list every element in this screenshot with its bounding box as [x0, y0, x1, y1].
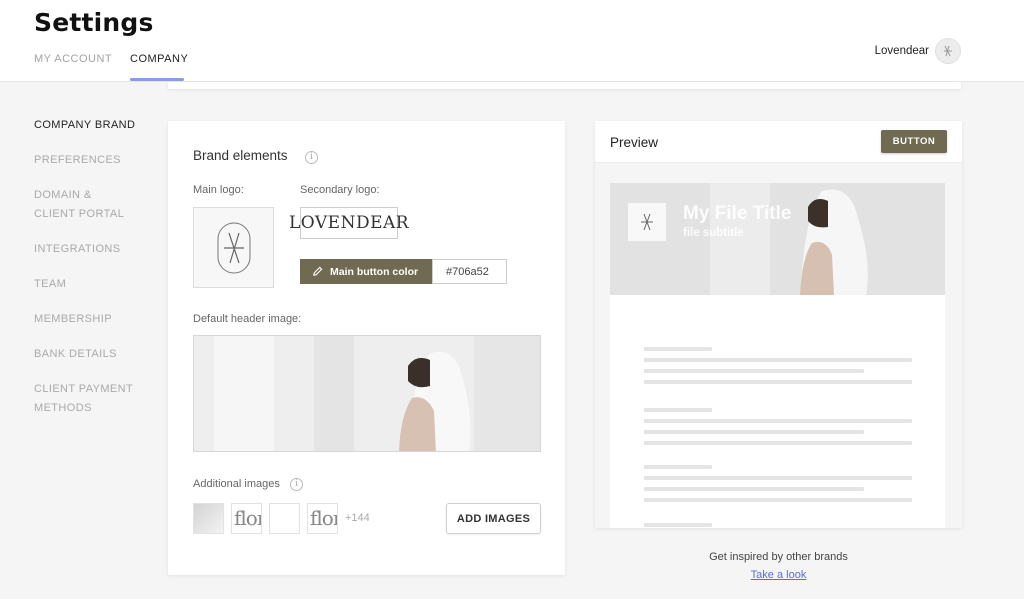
preview-card: Preview BUTTON My File Title file subtit…	[595, 121, 962, 528]
header-strip	[168, 82, 961, 89]
page-title: Settings	[34, 8, 154, 37]
skeleton-line	[644, 419, 912, 423]
sidebar-item-domain-client-portal[interactable]: DOMAIN & CLIENT PORTAL	[34, 186, 129, 224]
default-header-image[interactable]	[193, 335, 541, 452]
preview-canvas: My File Title file subtitle	[595, 163, 962, 528]
skeleton-line	[644, 430, 864, 434]
preview-button[interactable]: BUTTON	[881, 130, 947, 153]
sidebar-item-preferences[interactable]: PREFERENCES	[34, 151, 121, 170]
skeleton-line	[644, 441, 912, 445]
header-image-label: Default header image:	[193, 313, 302, 325]
top-bar: Settings MY ACCOUNT COMPANY Lovendear	[0, 0, 1024, 82]
skeleton-line	[644, 369, 864, 373]
more-images-count[interactable]: +144	[345, 512, 370, 524]
button-color-hex-input[interactable]: #706a52	[432, 259, 507, 284]
pencil-icon	[313, 266, 323, 276]
main-logo-label: Main logo:	[193, 184, 244, 196]
additional-image-thumb[interactable]	[193, 503, 224, 534]
monogram-icon	[944, 45, 952, 57]
brand-elements-title: Brand elements	[193, 148, 288, 163]
brand-elements-card: Brand elements i Main logo: Secondary lo…	[168, 121, 565, 575]
skeleton-line	[644, 347, 712, 351]
preview-file-subtitle: file subtitle	[683, 227, 744, 239]
tab-my-account[interactable]: MY ACCOUNT	[34, 53, 112, 65]
active-tab-indicator	[130, 78, 184, 81]
sidebar-item-client-payment-methods[interactable]: CLIENT PAYMENT METHODS	[34, 380, 139, 418]
preview-logo	[628, 203, 666, 241]
sidebar-item-company-brand[interactable]: COMPANY BRAND	[34, 116, 135, 135]
main-button-color-button[interactable]: Main button color	[300, 259, 432, 284]
sidebar-item-team[interactable]: TEAM	[34, 275, 66, 294]
skeleton-line	[644, 487, 864, 491]
additional-image-thumb[interactable]	[269, 503, 300, 534]
additional-image-thumb[interactable]: flor	[307, 503, 338, 534]
bride-photo-image	[194, 336, 540, 451]
tab-company[interactable]: COMPANY	[130, 53, 188, 65]
skeleton-line	[644, 380, 912, 384]
main-logo-upload[interactable]	[193, 207, 274, 288]
secondary-logo-label: Secondary logo:	[300, 184, 380, 196]
user-name[interactable]: Lovendear	[875, 45, 929, 57]
monogram-icon	[641, 213, 653, 231]
sidebar-item-membership[interactable]: MEMBERSHIP	[34, 310, 112, 329]
sidebar-item-integrations[interactable]: INTEGRATIONS	[34, 240, 121, 259]
skeleton-line	[644, 523, 712, 527]
take-a-look-link[interactable]: Take a look	[595, 569, 962, 581]
main-button-color-label: Main button color	[330, 265, 419, 278]
skeleton-line	[644, 408, 712, 412]
inspiration-text: Get inspired by other brands	[709, 551, 848, 563]
additional-images-label: Additional images	[193, 478, 280, 490]
skeleton-line	[644, 358, 912, 362]
add-images-button[interactable]: ADD IMAGES	[446, 503, 541, 534]
info-icon[interactable]: i	[305, 151, 318, 164]
avatar[interactable]	[935, 38, 961, 64]
main-logo-icon	[217, 222, 250, 273]
preview-document: My File Title file subtitle	[610, 183, 945, 528]
skeleton-line	[644, 476, 912, 480]
skeleton-line	[644, 498, 912, 502]
info-icon[interactable]: i	[290, 478, 303, 491]
secondary-logo-upload[interactable]: LOVENDEAR	[289, 207, 409, 239]
preview-title: Preview	[610, 135, 659, 150]
preview-file-title: My File Title	[683, 203, 792, 224]
preview-header-image: My File Title file subtitle	[610, 183, 945, 295]
skeleton-line	[644, 465, 712, 469]
additional-image-thumb[interactable]: flor	[231, 503, 262, 534]
sidebar-item-bank-details[interactable]: BANK DETAILS	[34, 345, 117, 364]
